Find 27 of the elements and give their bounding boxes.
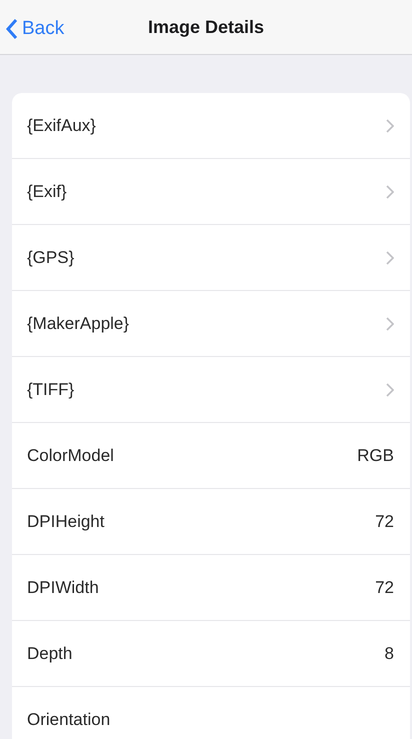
back-button[interactable]: Back <box>2 18 68 40</box>
list-row[interactable]: {Exif} <box>12 158 410 224</box>
list-row[interactable]: {MakerApple} <box>12 290 410 356</box>
chevron-icon <box>386 250 394 264</box>
row-value: 72 <box>375 578 394 598</box>
row-label: Depth <box>27 644 74 664</box>
row-label: ColorModel <box>27 446 115 466</box>
row-value: 72 <box>375 512 394 532</box>
row-label: {ExifAux} <box>27 116 97 136</box>
screen-title: Image Details <box>148 16 264 38</box>
row-value: RGB <box>357 446 394 466</box>
row-label: {GPS} <box>27 248 76 268</box>
chevron-icon <box>386 316 394 330</box>
back-chevron-icon <box>6 19 18 39</box>
list-row[interactable]: {TIFF} <box>12 356 410 422</box>
chevron-icon <box>386 184 394 198</box>
row-label: {TIFF} <box>27 380 76 400</box>
row-label: DPIHeight <box>27 512 106 532</box>
row-label: {Exif} <box>27 182 68 202</box>
list-row[interactable]: {ExifAux} <box>12 93 410 158</box>
row-value: 8 <box>384 644 394 664</box>
chevron-icon <box>386 118 394 132</box>
chevron-icon <box>386 382 394 396</box>
row-label: DPIWidth <box>27 578 100 598</box>
list-row[interactable]: {GPS} <box>12 224 410 290</box>
row-label: Orientation <box>27 710 112 730</box>
row-label: {MakerApple} <box>27 314 130 334</box>
